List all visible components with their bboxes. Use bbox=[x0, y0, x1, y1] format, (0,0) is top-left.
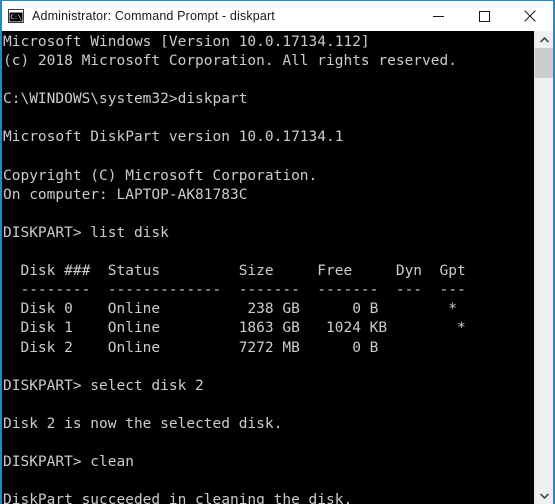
maximize-button[interactable] bbox=[461, 1, 507, 31]
window-title: Administrator: Command Prompt - diskpart bbox=[32, 9, 275, 23]
close-icon bbox=[524, 10, 536, 22]
close-button[interactable] bbox=[507, 1, 553, 31]
maximize-icon bbox=[478, 10, 490, 22]
console-output-area[interactable]: Microsoft Windows [Version 10.0.17134.11… bbox=[2, 31, 553, 504]
minimize-button[interactable] bbox=[415, 1, 461, 31]
title-bar[interactable]: C:\_ Administrator: Command Prompt - dis… bbox=[2, 1, 553, 31]
chevron-down-icon bbox=[539, 492, 549, 499]
vertical-scrollbar[interactable] bbox=[534, 31, 553, 504]
scrollbar-thumb[interactable] bbox=[535, 48, 553, 78]
scroll-up-button[interactable] bbox=[535, 31, 553, 48]
console-window-icon: C:\_ bbox=[8, 8, 26, 24]
command-prompt-window: C:\_ Administrator: Command Prompt - dis… bbox=[0, 0, 555, 504]
scroll-down-button[interactable] bbox=[535, 487, 553, 504]
minimize-icon bbox=[432, 15, 444, 17]
console-text: Microsoft Windows [Version 10.0.17134.11… bbox=[3, 34, 466, 504]
svg-text:C:\_: C:\_ bbox=[10, 14, 24, 21]
chevron-up-icon bbox=[539, 36, 549, 43]
